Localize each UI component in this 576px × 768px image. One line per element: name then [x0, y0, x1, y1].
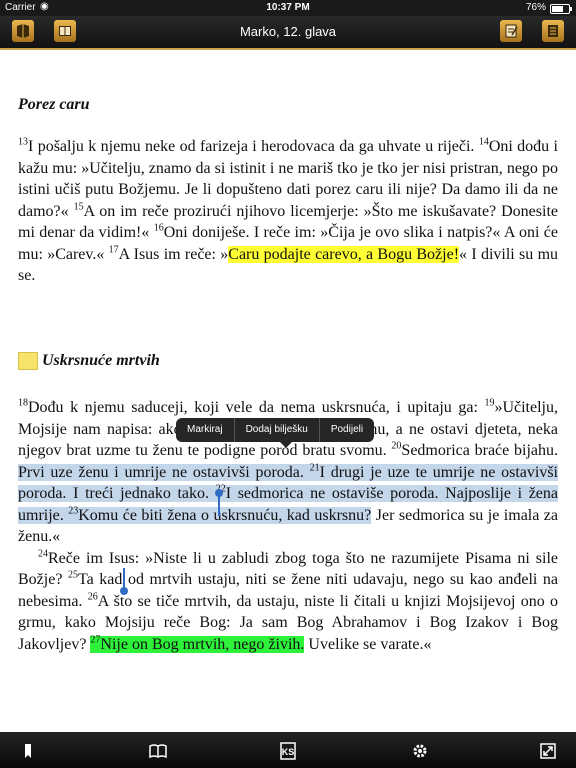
bookmark-button[interactable]	[18, 741, 38, 761]
verse-number: 26	[87, 591, 98, 603]
gear-icon	[413, 744, 427, 758]
nav-bar: Marko, 12. glava	[0, 16, 576, 50]
verse-number: 13	[18, 136, 28, 148]
library-open-button[interactable]	[148, 741, 168, 761]
verse-number: 18	[18, 397, 28, 409]
battery-fill	[552, 6, 564, 12]
chapter-content: Porez caru 13I pošalju k njemu neke od f…	[18, 48, 558, 732]
verse-number: 21	[309, 462, 320, 474]
verse-text[interactable]: Uvelike se varate.«	[304, 636, 431, 653]
notes-button[interactable]	[500, 20, 522, 42]
verse-number: 19	[484, 397, 495, 409]
selected-text-part[interactable]: Komu će biti žena o uskrsnuću, kad uskrs…	[78, 507, 371, 524]
selection-end-handle[interactable]	[120, 568, 128, 595]
highlighted-text[interactable]: Caru podajte carevo, a Bogu Božje!	[228, 245, 460, 263]
ks-logo-button[interactable]: KS	[278, 741, 298, 761]
ks-logo-icon: KS	[280, 742, 296, 760]
share-button[interactable]: Podijeli	[320, 418, 374, 442]
highlighted-text-part[interactable]: Nije on Bog mrtvih, nego živih.	[100, 636, 304, 653]
svg-text:KS: KS	[282, 747, 295, 757]
clock: 10:37 PM	[266, 2, 310, 13]
chapter-title: Marko, 12. glava	[239, 24, 337, 39]
verse-text[interactable]: I pošalju k njemu neke od farizeja i her…	[28, 138, 474, 155]
highlighted-text[interactable]: 27Nije on Bog mrtvih, nego živih.	[90, 634, 305, 653]
verse-number: 23	[68, 505, 79, 517]
note-icon[interactable]	[18, 351, 38, 370]
section-heading-with-note: Uskrsnuće mrtvih	[18, 350, 160, 372]
section-heading: Porez caru	[18, 96, 90, 113]
verse-text[interactable]: Sedmorica braće bijahu.	[401, 442, 558, 459]
verse-number: 16	[153, 222, 164, 234]
verse-number: 17	[108, 244, 119, 256]
verse-text[interactable]: A Isus im reče: »	[119, 246, 229, 263]
contents-button[interactable]	[542, 20, 564, 42]
bottom-toolbar: KS	[0, 732, 576, 768]
verse-number: 25	[67, 569, 78, 581]
battery-icon	[550, 4, 572, 14]
verse-number: 27	[90, 634, 101, 646]
selected-text-part[interactable]: Prvi uze ženu i umrije ne ostavivši poro…	[18, 464, 310, 481]
battery-percent: 76%	[525, 2, 546, 13]
bookmark-icon	[25, 744, 31, 758]
selection-menu: Markiraj Dodaj bilješku Podijeli	[176, 418, 375, 448]
settings-button[interactable]	[410, 741, 430, 761]
notepad-icon	[505, 24, 518, 38]
verse-number: 15	[73, 201, 84, 213]
verse-number: 14	[478, 136, 489, 148]
verse-number: 24	[38, 548, 48, 560]
verse-text[interactable]: Dođu k njemu saduceji, koji vele da nema…	[28, 399, 484, 416]
selection-start-handle[interactable]	[215, 489, 223, 516]
paragraph: 13I pošalju k njemu neke od farizeja i h…	[18, 136, 558, 287]
status-bar: Carrier ◉ 10:37 PM 76%	[0, 0, 576, 16]
document-icon	[548, 25, 558, 37]
fullscreen-button[interactable]	[538, 741, 558, 761]
add-note-button[interactable]: Dodaj bilješku	[235, 418, 320, 442]
book-open-icon	[149, 744, 167, 759]
section-heading: Uskrsnuće mrtvih	[42, 352, 160, 369]
mark-button[interactable]: Markiraj	[176, 418, 235, 442]
verse-number: 20	[391, 440, 402, 452]
fullscreen-icon	[540, 743, 556, 759]
